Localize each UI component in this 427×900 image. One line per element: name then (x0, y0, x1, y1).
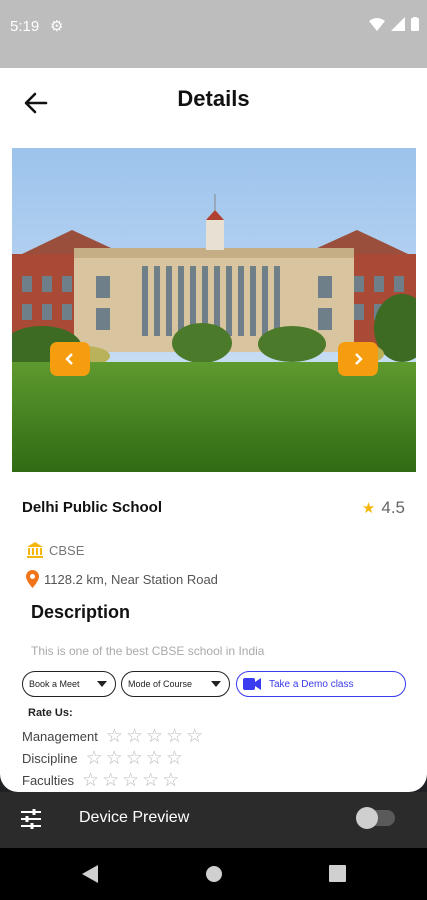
description-heading: Description (31, 602, 131, 622)
star-outline-icon[interactable]: ☆ (126, 727, 143, 746)
book-meet-label: Book a Meet (29, 679, 80, 689)
star-outline-icon[interactable]: ☆ (106, 727, 123, 746)
star-rating: ☆ ☆ ☆ ☆ ☆ (82, 771, 179, 790)
previous-image-button[interactable] (50, 342, 90, 376)
nav-home-icon[interactable] (205, 865, 223, 883)
device-preview-bar: Device Preview (0, 792, 427, 848)
chevron-left-icon (65, 353, 73, 365)
rating-row-management: Management ☆ ☆ ☆ ☆ ☆ (22, 727, 203, 746)
book-meet-dropdown[interactable]: Book a Meet (22, 671, 116, 697)
rate-us-heading: Rate Us: (28, 707, 73, 719)
status-bar: 5:19 ⚙ (0, 0, 427, 68)
rating-row-discipline: Discipline ☆ ☆ ☆ ☆ ☆ (22, 749, 183, 768)
star-outline-icon[interactable]: ☆ (106, 749, 123, 768)
chevron-right-icon (355, 353, 363, 365)
star-outline-icon[interactable]: ☆ (142, 771, 159, 790)
star-icon: ★ (361, 500, 376, 517)
star-outline-icon[interactable]: ☆ (146, 749, 163, 768)
star-outline-icon[interactable]: ☆ (82, 771, 99, 790)
star-outline-icon[interactable]: ☆ (102, 771, 119, 790)
star-outline-icon[interactable]: ☆ (166, 749, 183, 768)
settings-gear-icon: ⚙ (50, 18, 64, 35)
demo-class-label: Take a Demo class (269, 678, 354, 690)
system-icons (369, 17, 419, 31)
mode-of-course-label: Mode of Course (128, 679, 193, 689)
star-outline-icon[interactable]: ☆ (146, 727, 163, 746)
status-time: 5:19 (10, 18, 40, 35)
description-text: This is one of the best CBSE school in I… (31, 644, 265, 658)
nav-back-icon[interactable] (82, 865, 98, 883)
rating-row-label: Discipline (22, 751, 78, 766)
school-name: Delhi Public School (22, 499, 163, 516)
board-label: CBSE (49, 542, 85, 558)
star-outline-icon[interactable]: ☆ (162, 771, 179, 790)
star-rating: ☆ ☆ ☆ ☆ ☆ (86, 749, 183, 768)
location-info: 1128.2 km, Near Station Road (26, 570, 218, 588)
nav-recents-icon[interactable] (329, 865, 346, 882)
page-title: Details (177, 86, 250, 111)
rating-row-label: Management (22, 729, 98, 744)
demo-class-button[interactable]: Take a Demo class (236, 671, 406, 697)
star-outline-icon[interactable]: ☆ (186, 727, 203, 746)
next-image-button[interactable] (338, 342, 378, 376)
school-image (12, 148, 416, 472)
location-label: 1128.2 km, Near Station Road (44, 571, 218, 587)
school-rating: ★ 4.5 (362, 498, 405, 518)
institution-icon (27, 542, 43, 558)
location-pin-icon (26, 570, 39, 588)
board-info: CBSE (26, 542, 84, 558)
app-bar: Details (0, 68, 427, 136)
signal-icon (391, 17, 405, 31)
device-preview-toggle[interactable] (356, 807, 395, 829)
system-navigation-bar (0, 848, 427, 900)
details-card: Details Delhi Public School ★ 4.5 CBSE 1… (0, 68, 427, 792)
dropdown-arrow-icon (97, 681, 107, 687)
star-outline-icon[interactable]: ☆ (86, 749, 103, 768)
rating-row-faculties: Faculties ☆ ☆ ☆ ☆ ☆ (22, 771, 179, 790)
video-camera-icon (243, 678, 261, 690)
star-rating: ☆ ☆ ☆ ☆ ☆ (106, 727, 203, 746)
device-preview-label: Device Preview (79, 809, 190, 826)
mode-of-course-dropdown[interactable]: Mode of Course (121, 671, 230, 697)
rating-row-label: Faculties (22, 773, 75, 788)
tune-settings-icon[interactable] (20, 808, 42, 830)
rating-value: 4.5 (381, 498, 405, 517)
star-outline-icon[interactable]: ☆ (166, 727, 183, 746)
toggle-knob (356, 807, 378, 829)
star-outline-icon[interactable]: ☆ (126, 749, 143, 768)
battery-icon (411, 17, 419, 31)
dropdown-arrow-icon (211, 681, 221, 687)
wifi-icon (369, 17, 385, 31)
star-outline-icon[interactable]: ☆ (122, 771, 139, 790)
